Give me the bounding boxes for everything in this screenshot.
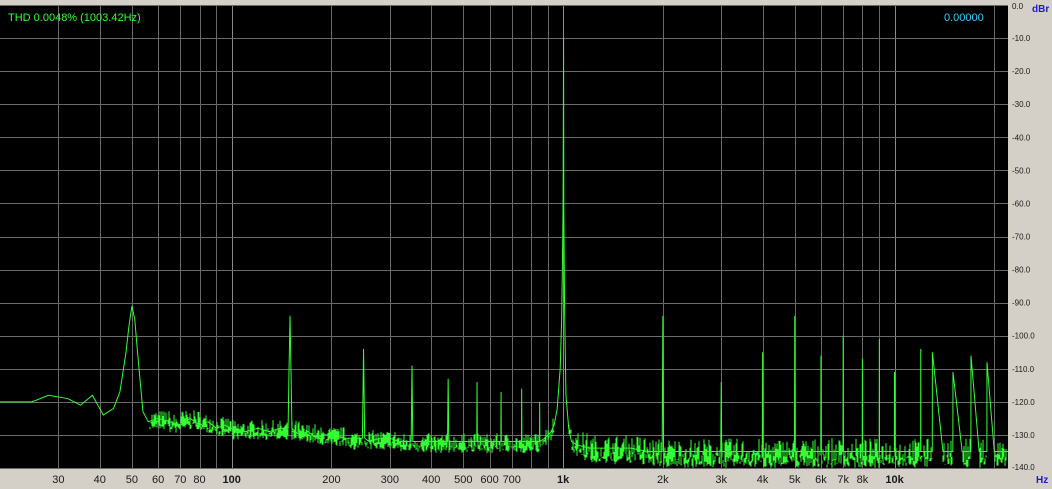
y-unit-label: dBr xyxy=(1032,4,1049,15)
x-tick-label: 70 xyxy=(174,474,186,486)
y-tick-label: -50.0 xyxy=(1012,166,1031,175)
level-readout: 0.00000 xyxy=(944,12,984,24)
x-tick-label: 7k xyxy=(837,474,849,486)
y-tick-label: -70.0 xyxy=(1012,233,1031,242)
y-tick-label: -60.0 xyxy=(1012,199,1031,208)
x-tick-label: 50 xyxy=(126,474,138,486)
x-tick-label: 4k xyxy=(757,474,769,486)
thd-readout: THD 0.0048% (1003.42Hz) xyxy=(8,12,141,24)
y-tick-label: -110.0 xyxy=(1012,365,1035,374)
plot-background xyxy=(0,5,1008,468)
x-tick-label: 700 xyxy=(503,474,521,486)
x-tick-label: 500 xyxy=(454,474,472,486)
x-tick-label: 1k xyxy=(557,474,570,486)
y-tick-label: -130.0 xyxy=(1012,431,1035,440)
x-tick-label: 80 xyxy=(193,474,205,486)
y-tick-label: -80.0 xyxy=(1012,266,1031,275)
x-tick-labels: 30 40 50 60 70 80 100 200 300 400 500 600 700 1k 2k 3k 4… xyxy=(52,474,904,486)
y-tick-label: -120.0 xyxy=(1012,398,1035,407)
x-tick-label: 60 xyxy=(152,474,164,486)
x-tick-label: 8k xyxy=(857,474,869,486)
y-tick-labels: 0.0 -10.0 -20.0 -30.0 -40.0 -50.0 -60.0 -70.0 -8… xyxy=(1012,2,1035,472)
analyzer-window: 30 40 50 60 70 80 100 200 300 400 500 600 700 1k 2k 3k 4… xyxy=(0,0,1052,489)
x-unit-label: Hz xyxy=(1036,475,1048,486)
x-tick-label: 600 xyxy=(480,474,498,486)
spectrum-chart: 30 40 50 60 70 80 100 200 300 400 500 600 700 1k 2k 3k 4… xyxy=(0,2,1049,486)
x-tick-label: 40 xyxy=(94,474,106,486)
x-tick-label: 10k xyxy=(885,474,904,486)
x-tick-label: 6k xyxy=(815,474,827,486)
y-tick-label: 0.0 xyxy=(1012,2,1024,11)
y-tick-label: -20.0 xyxy=(1012,67,1031,76)
y-tick-label: -30.0 xyxy=(1012,100,1031,109)
y-tick-label: -10.0 xyxy=(1012,34,1031,43)
y-tick-label: -100.0 xyxy=(1012,332,1035,341)
x-tick-label: 5k xyxy=(789,474,801,486)
x-tick-label: 100 xyxy=(222,474,240,486)
x-tick-label: 3k xyxy=(715,474,727,486)
x-tick-label: 200 xyxy=(322,474,340,486)
x-tick-label: 30 xyxy=(52,474,64,486)
y-tick-label: -140.0 xyxy=(1012,463,1035,472)
x-tick-label: 400 xyxy=(422,474,440,486)
x-tick-label: 2k xyxy=(657,474,669,486)
x-tick-label: 300 xyxy=(381,474,399,486)
y-tick-label: -90.0 xyxy=(1012,299,1031,308)
y-tick-label: -40.0 xyxy=(1012,133,1031,142)
